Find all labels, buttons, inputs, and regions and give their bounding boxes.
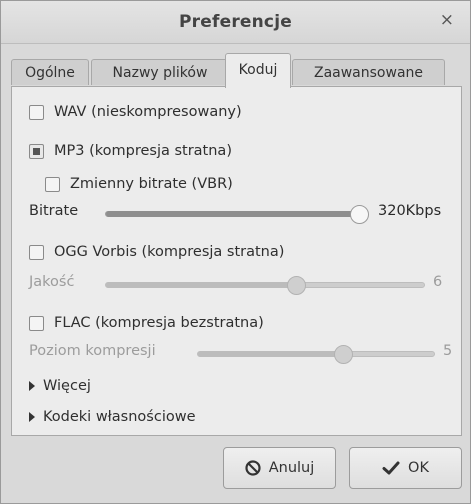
more-expander[interactable]: Więcej xyxy=(29,378,91,394)
cancel-circle-icon xyxy=(245,460,261,476)
ok-button[interactable]: OK xyxy=(349,447,462,489)
wav-checkbox[interactable] xyxy=(29,104,44,120)
compression-value: 5 xyxy=(443,343,453,359)
bitrate-slider-fill xyxy=(106,211,360,217)
ogg-label: OGG Vorbis (kompresja stratna) xyxy=(54,244,285,260)
tab-encode[interactable]: Koduj xyxy=(225,53,291,88)
compression-slider-handle[interactable] xyxy=(333,345,353,364)
cancel-label: Anuluj xyxy=(268,460,315,476)
vbr-label: Zmienny bitrate (VBR) xyxy=(70,176,233,192)
close-icon[interactable]: × xyxy=(440,10,454,30)
mp3-option[interactable]: MP3 (kompresja stratna) xyxy=(29,143,232,159)
compression-slider[interactable] xyxy=(197,345,435,364)
tab-general[interactable]: Ogólne xyxy=(11,59,89,85)
flac-label: FLAC (kompresja bezstratna) xyxy=(54,315,264,331)
bitrate-slider[interactable] xyxy=(105,205,369,224)
quality-slider-fill xyxy=(106,282,297,288)
codecs-label: Kodeki własnościowe xyxy=(43,409,196,425)
wav-label: WAV (nieskompresowany) xyxy=(54,104,242,120)
tab-advanced[interactable]: Zaawansowane xyxy=(292,59,445,85)
bitrate-value: 320Kbps xyxy=(378,203,442,219)
dialog-title: Preferencje xyxy=(179,12,292,32)
ok-label: OK xyxy=(408,460,429,476)
flac-option[interactable]: FLAC (kompresja bezstratna) xyxy=(29,315,264,331)
mp3-label: MP3 (kompresja stratna) xyxy=(54,143,232,159)
ogg-checkbox[interactable] xyxy=(29,244,44,260)
tab-filenames[interactable]: Nazwy plików xyxy=(91,59,229,85)
triangle-right-icon xyxy=(29,412,35,422)
vbr-checkbox[interactable] xyxy=(45,176,60,192)
compression-slider-fill xyxy=(198,351,344,357)
preferences-dialog: Preferencje × Ogólne Nazwy plików Koduj … xyxy=(0,0,471,504)
title-bar[interactable]: Preferencje × xyxy=(1,1,470,44)
encode-panel: WAV (nieskompresowany) MP3 (kompresja st… xyxy=(11,86,462,436)
triangle-right-icon xyxy=(29,381,35,391)
bitrate-slider-handle[interactable] xyxy=(350,205,369,224)
vbr-option[interactable]: Zmienny bitrate (VBR) xyxy=(45,176,233,192)
more-label: Więcej xyxy=(43,378,91,394)
wav-option[interactable]: WAV (nieskompresowany) xyxy=(29,104,242,120)
checkmark-icon xyxy=(382,460,400,476)
quality-value: 6 xyxy=(433,274,443,290)
cancel-button[interactable]: Anuluj xyxy=(223,447,336,489)
flac-checkbox[interactable] xyxy=(29,315,44,331)
mp3-checkbox[interactable] xyxy=(29,143,44,159)
quality-label: Jakość xyxy=(29,274,75,290)
bitrate-label: Bitrate xyxy=(29,203,79,219)
codecs-expander[interactable]: Kodeki własnościowe xyxy=(29,409,196,425)
quality-slider-handle[interactable] xyxy=(286,276,306,295)
ogg-option[interactable]: OGG Vorbis (kompresja stratna) xyxy=(29,244,284,260)
compression-label: Poziom kompresji xyxy=(29,343,156,359)
quality-slider[interactable] xyxy=(105,276,425,295)
